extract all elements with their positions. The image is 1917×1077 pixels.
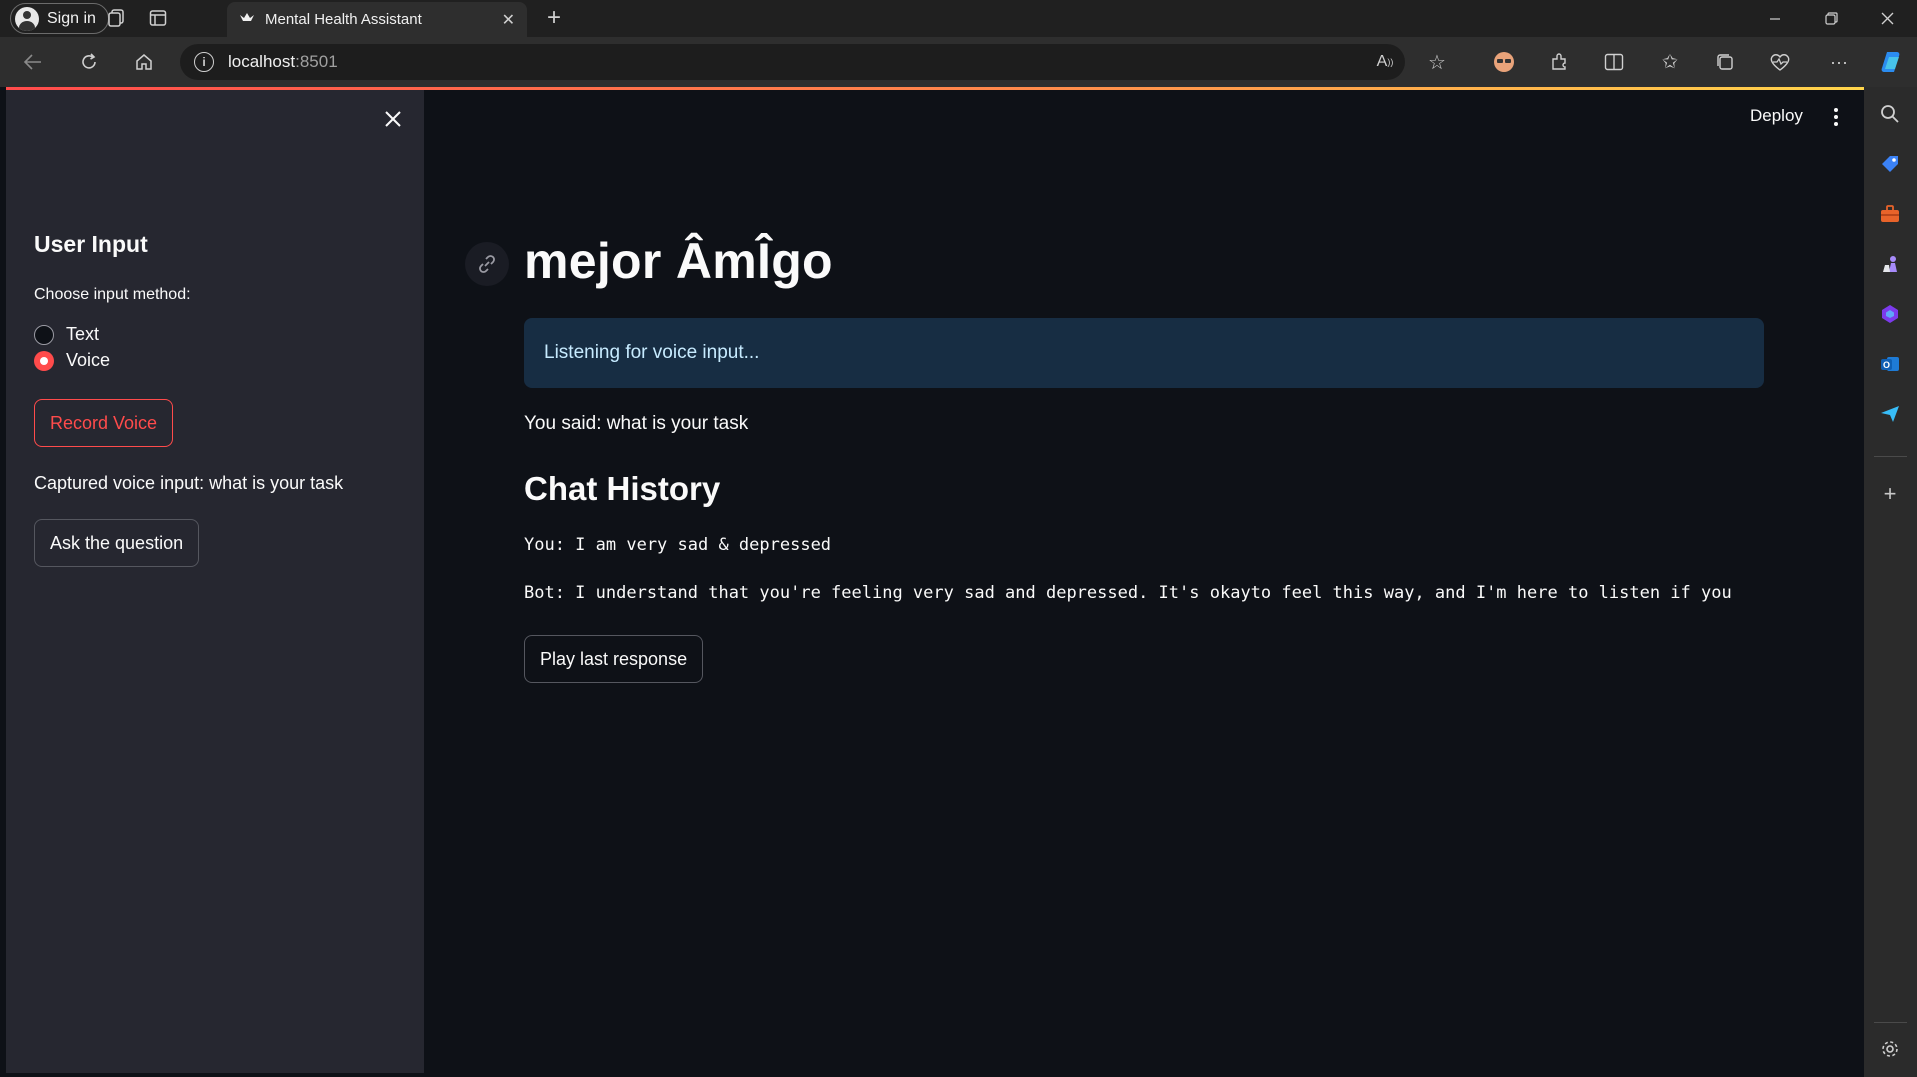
health-icon[interactable]	[1768, 50, 1792, 74]
radio-label: Voice	[66, 350, 111, 370]
tag-icon[interactable]	[1878, 152, 1902, 176]
browser-address-bar: i localhost:8501 A)) ☆ ✩ ···	[0, 37, 1917, 87]
radio-button-selected[interactable]	[34, 350, 54, 371]
tab-mental-health-assistant[interactable]: Mental Health Assistant ✕	[227, 2, 527, 37]
you-said-text: You said: what is your task	[524, 413, 749, 434]
record-voice-button[interactable]: Record Voice	[34, 399, 174, 447]
svg-text:O: O	[1883, 360, 1890, 370]
chat-history-heading: Chat History	[524, 470, 721, 507]
tab-actions-icon[interactable]	[146, 6, 170, 30]
favorite-star-icon[interactable]: ☆	[1425, 50, 1449, 74]
restore-icon[interactable]	[1803, 0, 1859, 37]
deploy-button[interactable]: Deploy	[1750, 106, 1803, 126]
chess-icon[interactable]	[1878, 252, 1902, 276]
chat-message-user: You: I am very sad & depressed	[524, 535, 832, 555]
minimize-icon[interactable]	[1747, 0, 1803, 37]
close-icon[interactable]	[384, 106, 402, 132]
app-sidebar: User Input Choose input method: Text Voi…	[6, 90, 424, 1073]
tab-title: Mental Health Assistant	[265, 11, 422, 28]
captured-voice-text: Captured voice input: what is your task	[34, 473, 344, 493]
home-icon[interactable]	[132, 50, 156, 74]
edge-sidebar-divider	[1874, 1022, 1907, 1023]
extension-avatar-icon[interactable]	[1492, 50, 1516, 74]
read-aloud-icon[interactable]: A))	[1373, 50, 1397, 74]
edge-sidebar-divider	[1874, 456, 1907, 457]
sign-in-label: Sign in	[47, 9, 96, 27]
more-icon[interactable]: ···	[1827, 50, 1851, 74]
ask-question-button[interactable]: Ask the question	[34, 519, 200, 567]
settings-icon[interactable]	[1878, 1037, 1902, 1061]
add-icon[interactable]: +	[1878, 481, 1902, 506]
close-window-icon[interactable]	[1859, 0, 1915, 37]
collections-icon[interactable]	[1713, 50, 1737, 74]
play-last-response-button[interactable]: Play last response	[524, 635, 704, 683]
url-host: localhost	[228, 52, 296, 71]
info-message: Listening for voice input...	[544, 342, 760, 363]
send-icon[interactable]	[1878, 402, 1902, 426]
search-icon[interactable]	[1878, 102, 1902, 126]
office-icon[interactable]	[1878, 302, 1902, 326]
copilot-icon[interactable]	[1878, 48, 1906, 76]
chat-message-bot: Bot: I understand that you're feeling ve…	[524, 583, 1732, 603]
radio-label: Text	[66, 324, 100, 344]
info-icon[interactable]: i	[194, 52, 214, 72]
radio-button[interactable]	[34, 324, 54, 345]
url-bar[interactable]: i localhost:8501	[180, 44, 1405, 80]
split-screen-icon[interactable]	[1602, 50, 1626, 74]
radio-option-text[interactable]: Text	[34, 324, 99, 345]
info-alert: Listening for voice input...	[524, 318, 1764, 388]
link-icon[interactable]	[465, 242, 509, 286]
page-title: mejor ÂmÎgo	[524, 233, 833, 289]
close-icon[interactable]: ✕	[502, 10, 515, 30]
workspaces-icon[interactable]	[104, 6, 128, 30]
profile-icon	[15, 6, 39, 31]
toolbox-icon[interactable]	[1878, 202, 1902, 226]
edge-sidebar: O +	[1864, 87, 1917, 1077]
kebab-menu-icon[interactable]	[1826, 105, 1846, 129]
plus-icon[interactable]: +	[540, 4, 568, 32]
url-port: :8501	[295, 52, 338, 71]
extension-icon[interactable]	[1547, 50, 1571, 74]
input-method-label: Choose input method:	[34, 286, 191, 303]
sign-in-button[interactable]: Sign in	[10, 3, 109, 34]
refresh-icon[interactable]	[77, 50, 101, 74]
outlook-icon[interactable]: O	[1878, 352, 1902, 376]
radio-option-voice[interactable]: Voice	[34, 350, 110, 371]
sidebar-heading: User Input	[34, 231, 148, 257]
favorites-icon[interactable]: ✩	[1658, 50, 1682, 74]
back-icon[interactable]	[21, 50, 45, 74]
crown-favicon	[239, 11, 255, 29]
browser-tab-bar: Sign in Mental Health Assistant ✕ +	[0, 0, 1917, 37]
